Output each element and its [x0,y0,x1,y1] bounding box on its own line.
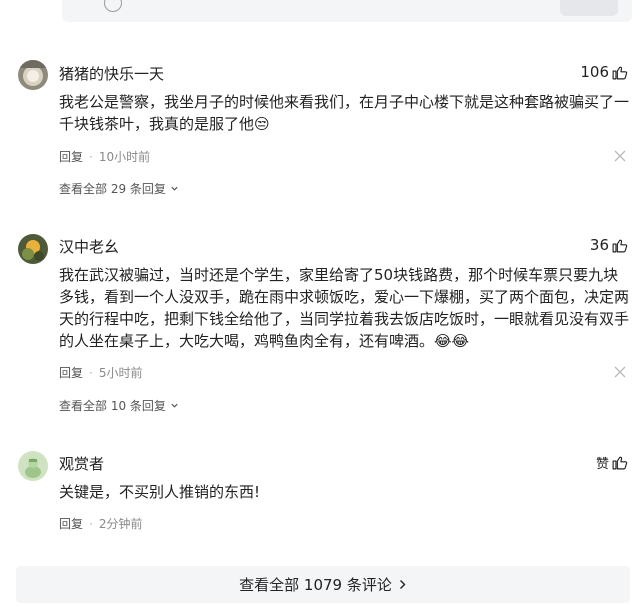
timestamp: 5小时前 [98,366,143,380]
view-replies-button[interactable]: 查看全部 29 条回复 [59,180,179,197]
comment-meta: 回复 · 2分钟前 [59,515,142,532]
send-button[interactable] [560,0,618,16]
comment-input-area[interactable] [62,0,632,22]
separator-dot: · [89,365,93,380]
avatar[interactable] [18,234,48,264]
chevron-down-icon [171,403,178,408]
username[interactable]: 猪猪的快乐一天 [59,63,164,84]
reply-button[interactable]: 回复 [59,515,83,532]
timestamp: 2分钟前 [98,517,143,531]
username[interactable]: 汉中老幺 [59,236,119,257]
comment-meta: 回复 · 5小时前 [59,364,142,381]
avatar[interactable] [18,60,48,90]
thumbs-up-icon [612,239,628,252]
separator-dot: · [89,149,93,164]
reply-button[interactable]: 回复 [59,364,83,381]
close-icon[interactable] [614,366,626,378]
thumbs-up-icon [612,66,628,79]
username[interactable]: 观赏者 [59,453,104,474]
close-icon[interactable] [614,150,626,162]
comment-meta: 回复 · 10小时前 [59,148,150,165]
chevron-right-icon [399,580,406,589]
view-replies-button[interactable]: 查看全部 10 条回复 [59,397,179,414]
timestamp: 10小时前 [98,150,151,164]
like-label: 赞 [595,457,609,472]
view-all-comments-label: 查看全部 1079 条评论 [239,576,392,594]
comment-text: 我老公是警察，我坐月子的时候他来看我们，在月子中心楼下就是这种套路被骗买了一千块… [59,93,630,133]
like-button[interactable]: 赞 [596,453,628,472]
comment-text: 关键是，不买别人推销的东西! [59,483,261,501]
like-button[interactable]: 36 [590,236,628,254]
like-button[interactable]: 106 [580,63,628,81]
view-replies-label: 查看全部 29 条回复 [59,182,166,196]
separator-dot: · [89,516,93,531]
thumbs-up-icon [612,456,628,470]
comment-text: 我在武汉被骗过，当时还是个学生，家里给寄了50块钱路费，那个时候车票只要九块多钱… [59,266,630,350]
view-replies-label: 查看全部 10 条回复 [59,399,166,413]
view-all-comments-button[interactable]: 查看全部 1079 条评论 [16,566,630,603]
emoji-icon[interactable] [104,0,122,12]
chevron-down-icon [171,186,178,191]
like-count: 106 [580,63,609,81]
avatar[interactable] [18,451,48,481]
like-count: 36 [589,236,609,254]
reply-button[interactable]: 回复 [59,148,83,165]
